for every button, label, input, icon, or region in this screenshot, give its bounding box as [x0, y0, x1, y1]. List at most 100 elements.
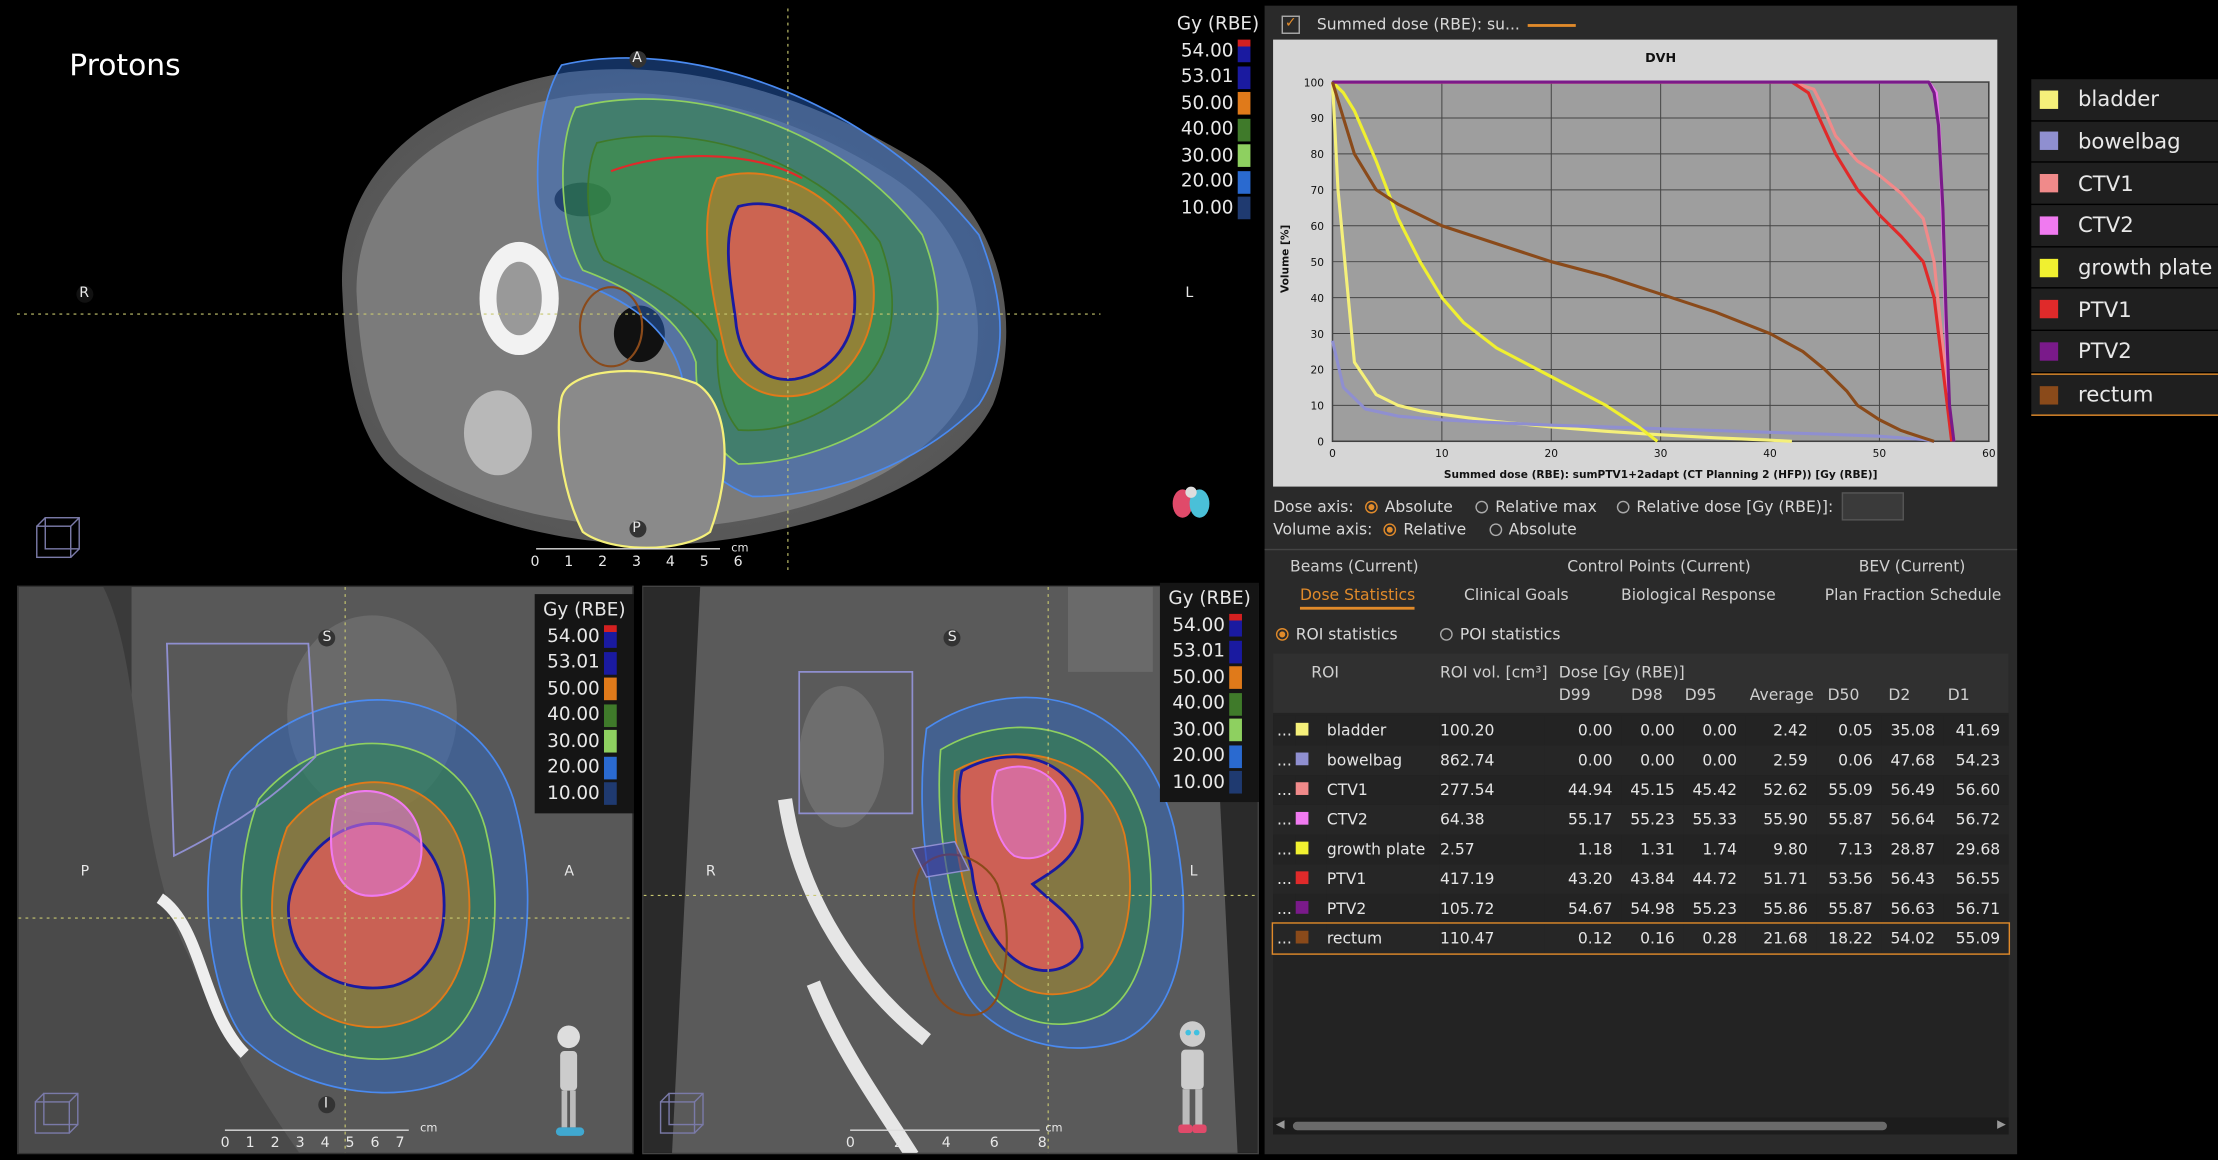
- roi-color-swatch: [1295, 835, 1327, 865]
- dose-value-cell: 51.71: [1763, 869, 1808, 889]
- roi-legend-item: PTV2: [2031, 331, 2218, 372]
- row-menu-dots[interactable]: ...: [1273, 716, 1296, 746]
- x-tick-label: 60: [1982, 448, 1996, 460]
- roi-name: CTV2: [2077, 212, 2134, 239]
- table-row[interactable]: ... growth plate 2.57 1.18 1.31 1.74 9.80 7.13 2…: [1273, 834, 2009, 865]
- dose-axis-absolute-radio[interactable]: [1364, 500, 1378, 513]
- radio-label[interactable]: Relative dose [Gy (RBE)]:: [1636, 497, 1833, 515]
- col-header-d95[interactable]: D95: [1685, 686, 1717, 704]
- row-menu-dots[interactable]: ...: [1273, 745, 1296, 775]
- legend-row: 54.00: [1177, 38, 1259, 64]
- tab-clinical-goals[interactable]: Clinical Goals: [1464, 586, 1569, 604]
- table-row[interactable]: ... bladder 100.20 0.00 0.00 0.00 2.42 0.05 35.0…: [1273, 715, 2009, 746]
- table-row[interactable]: ... CTV1 277.54 44.94 45.15 45.42 52.62 55.09 56…: [1273, 775, 2009, 805]
- orient-bottom: P: [632, 520, 641, 537]
- col-header-d98[interactable]: D98: [1631, 686, 1663, 704]
- row-menu-dots[interactable]: ...: [1273, 924, 1296, 954]
- roi-name-cell: growth plate: [1326, 840, 1426, 859]
- table-row[interactable]: ... bowelbag 862.74 0.00 0.00 0.00 2.59 0.06 47.…: [1273, 745, 2009, 776]
- y-tick-label: 60: [1311, 221, 1325, 233]
- dvh-plot: DVH 0 10 20 30 40 50 600102030405060708090100 …: [1280, 51, 1996, 481]
- relative-dose-input[interactable]: [1841, 492, 1904, 521]
- row-menu-dots[interactable]: ...: [1273, 835, 1296, 865]
- dose-value-cell: 44.72: [1692, 869, 1738, 889]
- legend-swatch: [1237, 66, 1251, 89]
- row-menu-dots[interactable]: ...: [1273, 805, 1296, 835]
- radio-label[interactable]: ROI statistics: [1296, 625, 1398, 643]
- table-row[interactable]: ... rectum 110.47 0.12 0.16 0.28 21.68 18.22 54.…: [1271, 922, 2011, 955]
- dose-value-cell: 0.00: [1702, 721, 1738, 740]
- scroll-left-icon[interactable]: ◀: [1276, 1117, 1285, 1130]
- dose-axis-relative-max-radio[interactable]: [1475, 500, 1489, 513]
- row-menu-dots[interactable]: ...: [1273, 775, 1296, 805]
- table-row[interactable]: ... CTV2 64.38 55.17 55.23 55.33 55.90 55.87 56.…: [1273, 804, 2009, 835]
- legend-swatch: [1229, 771, 1242, 794]
- legend-value: 54.00: [1172, 614, 1225, 637]
- roi-volume-cell: 100.20: [1439, 721, 1495, 740]
- axial-view[interactable]: Protons A R P 0 1 2 3 4 5 6 cm: [16, 8, 1101, 575]
- radio-label[interactable]: Absolute: [1509, 521, 1577, 539]
- summed-dose-row[interactable]: ✓ Summed dose (RBE): su...: [1281, 15, 1577, 34]
- scale-tick: 8: [1037, 1135, 1047, 1152]
- dose-value-cell: 54.23: [1955, 751, 2001, 770]
- volume-axis-absolute-radio[interactable]: [1488, 523, 1502, 537]
- dose-axis-relative-dose-radio[interactable]: [1616, 500, 1630, 513]
- x-tick-label: 0: [1329, 448, 1336, 460]
- tab-dose-statistics[interactable]: Dose Statistics: [1299, 586, 1416, 610]
- table-row[interactable]: ... PTV1 417.19 43.20 43.84 44.72 51.71 53.56 56…: [1273, 864, 2009, 894]
- col-header-d99[interactable]: D99: [1559, 686, 1591, 704]
- legend-value: 10.00: [1172, 771, 1225, 794]
- y-tick-label: 20: [1311, 365, 1325, 377]
- dose-value-cell: 56.72: [1955, 810, 2001, 829]
- roi-statistics-radio[interactable]: [1275, 628, 1289, 641]
- x-tick-label: 10: [1435, 448, 1449, 460]
- roi-legend-item: growth plate: [2031, 247, 2218, 288]
- legend-row: 30.00: [543, 728, 625, 754]
- radio-label[interactable]: Relative max: [1495, 497, 1597, 515]
- tab-beams[interactable]: Beams (Current): [1290, 557, 1419, 575]
- scale-ticks: 0 2 4 6 8: [846, 1136, 1047, 1152]
- dose-value-cell: 18.22: [1828, 929, 1873, 948]
- volume-axis-relative-radio[interactable]: [1383, 523, 1397, 537]
- col-header-d1[interactable]: D1: [1948, 686, 1970, 704]
- scroll-right-icon[interactable]: ▶: [1997, 1117, 2006, 1130]
- col-header-vol[interactable]: ROI vol. [cm³]: [1440, 663, 1548, 681]
- application-window: Protons A R P 0 1 2 3 4 5 6 cm L Gy (RBE…: [0, 0, 2218, 1160]
- col-header-roi[interactable]: ROI: [1311, 663, 1339, 681]
- x-tick-label: 30: [1654, 448, 1668, 460]
- legend-row: 30.00: [1168, 717, 1250, 743]
- row-menu-dots[interactable]: ...: [1273, 894, 1296, 924]
- radio-label[interactable]: Absolute: [1385, 497, 1453, 515]
- roi-swatch: [2039, 300, 2059, 319]
- tab-plan-fraction-schedule[interactable]: Plan Fraction Schedule: [1825, 586, 2002, 604]
- col-header-average[interactable]: Average: [1750, 686, 1814, 704]
- row-menu-dots[interactable]: ...: [1273, 864, 1296, 894]
- radio-label[interactable]: Relative: [1403, 521, 1466, 539]
- col-header-d50[interactable]: D50: [1828, 686, 1860, 704]
- col-header-d2[interactable]: D2: [1888, 686, 1910, 704]
- scrollbar-thumb[interactable]: [1292, 1121, 1887, 1131]
- horizontal-scrollbar[interactable]: ◀ ▶: [1273, 1117, 2009, 1135]
- table-row[interactable]: ... PTV2 105.72 54.67 54.98 55.23 55.86 55.87 56…: [1273, 893, 2009, 924]
- roi-legend-item: rectum: [2031, 373, 2218, 417]
- roi-swatch: [1295, 782, 1309, 795]
- tab-biological-response[interactable]: Biological Response: [1621, 586, 1776, 604]
- scale-tick: 0: [220, 1135, 230, 1152]
- legend-row: 40.00: [543, 702, 625, 728]
- roi-name-cell: CTV2: [1326, 810, 1368, 829]
- legend-value: 30.00: [1172, 719, 1225, 741]
- scale-tick: 4: [320, 1135, 330, 1152]
- dose-value-cell: 55.23: [1630, 810, 1675, 829]
- poi-statistics-radio[interactable]: [1440, 628, 1453, 641]
- y-tick-label: 40: [1311, 293, 1325, 305]
- radio-label[interactable]: POI statistics: [1460, 625, 1561, 643]
- scale-tick: 2: [270, 1135, 280, 1152]
- legend-swatch: [1229, 614, 1242, 637]
- dvh-chart[interactable]: DVH 0 10 20 30 40 50 60 0 10 20 30 40 50 60 70 80 90 100 …: [1273, 39, 1998, 487]
- tab-control-points[interactable]: Control Points (Current): [1567, 557, 1750, 575]
- dose-value-cell: 55.09: [1955, 929, 2001, 948]
- tab-bev[interactable]: BEV (Current): [1859, 557, 1966, 575]
- dose-value-cell: 56.49: [1890, 780, 1936, 800]
- summed-dose-checkbox[interactable]: ✓: [1281, 15, 1300, 34]
- roi-color-swatch: [1295, 775, 1327, 805]
